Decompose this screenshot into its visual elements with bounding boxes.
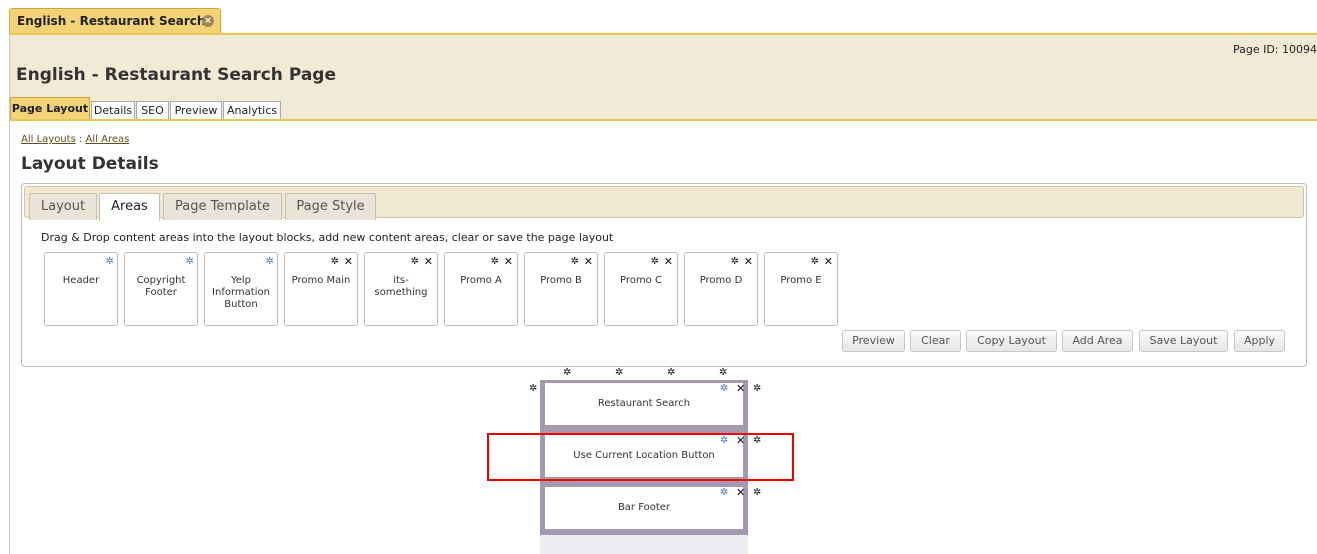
area-card-yelp-information-button[interactable]: ✲ Yelp Information Button (204, 252, 278, 326)
gear-icon[interactable]: ✲ (667, 368, 675, 378)
gear-icon[interactable]: ✲ (731, 257, 739, 267)
tab-preview[interactable]: Preview (170, 101, 222, 121)
page-id: Page ID: 10094 (1232, 43, 1317, 56)
area-card-label: Promo E (780, 275, 822, 286)
document-tab[interactable]: English - Restaurant Search Page × (9, 8, 221, 52)
add-area-button[interactable]: Add Area (1062, 330, 1133, 352)
area-card-label: Promo C (620, 275, 662, 286)
gear-icon[interactable]: ✲ (331, 257, 339, 267)
tab-page-style[interactable]: Page Style (285, 193, 376, 220)
app-root: English - Restaurant Search Page × Page … (0, 0, 1317, 554)
layout-block-bar-footer[interactable]: Bar Footer (545, 487, 743, 529)
gear-icon[interactable]: ✲ (106, 257, 114, 267)
highlight-box (487, 433, 794, 481)
area-card-header[interactable]: ✲ Header (44, 252, 118, 326)
layout-details-title: Layout Details (21, 154, 159, 174)
area-card-promo-c[interactable]: ✲ ✕ Promo C (604, 252, 678, 326)
close-icon[interactable]: ✕ (744, 256, 753, 267)
area-card-promo-a[interactable]: ✲ ✕ Promo A (444, 252, 518, 326)
area-card-label: its-something (374, 275, 428, 298)
instructions-text: Drag & Drop content areas into the layou… (41, 231, 614, 244)
gear-icon[interactable]: ✲ (529, 384, 537, 394)
area-card-label: Promo D (699, 275, 743, 286)
area-card-label: Promo B (540, 275, 582, 286)
area-card-promo-e[interactable]: ✲ ✕ Promo E (764, 252, 838, 326)
apply-button[interactable]: Apply (1234, 330, 1285, 352)
close-icon[interactable]: ✕ (344, 256, 353, 267)
copy-layout-button[interactable]: Copy Layout (966, 330, 1057, 352)
area-card-label: Promo A (460, 275, 502, 286)
gear-icon[interactable]: ✲ (720, 488, 728, 498)
gear-icon[interactable]: ✲ (753, 488, 761, 498)
tab-page-layout[interactable]: Page Layout (10, 97, 90, 121)
page-header-panel: Page ID: 10094 English - Restaurant Sear… (9, 33, 1317, 121)
breadcrumb: All Layouts : All Areas (21, 134, 129, 145)
page-title: English - Restaurant Search Page (16, 65, 336, 85)
save-layout-button[interactable]: Save Layout (1139, 330, 1228, 352)
close-icon[interactable]: ✕ (664, 256, 673, 267)
close-icon[interactable]: × (202, 15, 214, 27)
area-card-copyright-footer[interactable]: ✲ Copyright Footer (124, 252, 198, 326)
preview-button[interactable]: Preview (842, 330, 905, 352)
area-card-promo-d[interactable]: ✲ ✕ Promo D (684, 252, 758, 326)
tab-details[interactable]: Details (91, 101, 135, 121)
close-icon[interactable]: ✕ (736, 487, 745, 498)
tab-seo[interactable]: SEO (136, 101, 169, 121)
tab-areas[interactable]: Areas (99, 193, 160, 221)
layout-details-box: Layout Areas Page Template Page Style Dr… (21, 183, 1307, 367)
document-tab-bar: English - Restaurant Search Page × (0, 0, 1317, 52)
gear-icon[interactable]: ✲ (571, 257, 579, 267)
layout-block-restaurant-search[interactable]: Restaurant Search (545, 383, 743, 425)
area-card-promo-b[interactable]: ✲ ✕ Promo B (524, 252, 598, 326)
clear-button[interactable]: Clear (910, 330, 961, 352)
gear-icon[interactable]: ✲ (753, 384, 761, 394)
gear-icon[interactable]: ✲ (719, 368, 727, 378)
tab-page-template[interactable]: Page Template (163, 193, 282, 220)
gear-icon[interactable]: ✲ (811, 257, 819, 267)
layout-block-label: Bar Footer (617, 502, 671, 513)
area-card-label: Yelp Information Button (212, 275, 270, 310)
gear-icon[interactable]: ✲ (651, 257, 659, 267)
area-card-label: Promo Main (291, 275, 351, 286)
gear-icon[interactable]: ✲ (186, 257, 194, 267)
tab-analytics[interactable]: Analytics (223, 101, 281, 121)
close-icon[interactable]: ✕ (504, 256, 513, 267)
breadcrumb-all-layouts[interactable]: All Layouts (21, 134, 76, 145)
close-icon[interactable]: ✕ (424, 256, 433, 267)
area-card-label: Header (62, 275, 100, 286)
gear-icon[interactable]: ✲ (266, 257, 274, 267)
close-icon[interactable]: ✕ (584, 256, 593, 267)
gear-icon[interactable]: ✲ (563, 368, 571, 378)
area-card-label: Copyright Footer (136, 275, 186, 298)
gear-icon[interactable]: ✲ (411, 257, 419, 267)
close-icon[interactable]: ✕ (824, 256, 833, 267)
main-content: All Layouts : All Areas Layout Details L… (9, 121, 1317, 554)
gear-icon[interactable]: ✲ (720, 384, 728, 394)
gear-icon[interactable]: ✲ (615, 368, 623, 378)
breadcrumb-all-areas[interactable]: All Areas (86, 134, 130, 145)
area-card-promo-main[interactable]: ✲ ✕ Promo Main (284, 252, 358, 326)
area-card-its-something[interactable]: ✲ ✕ its-something (364, 252, 438, 326)
close-icon[interactable]: ✕ (736, 383, 745, 394)
tab-layout[interactable]: Layout (29, 193, 97, 220)
sub-tab-bar: Layout Areas Page Template Page Style (24, 186, 1304, 221)
gear-icon[interactable]: ✲ (491, 257, 499, 267)
breadcrumb-separator: : (78, 134, 83, 145)
layout-block-label: Restaurant Search (597, 398, 691, 409)
